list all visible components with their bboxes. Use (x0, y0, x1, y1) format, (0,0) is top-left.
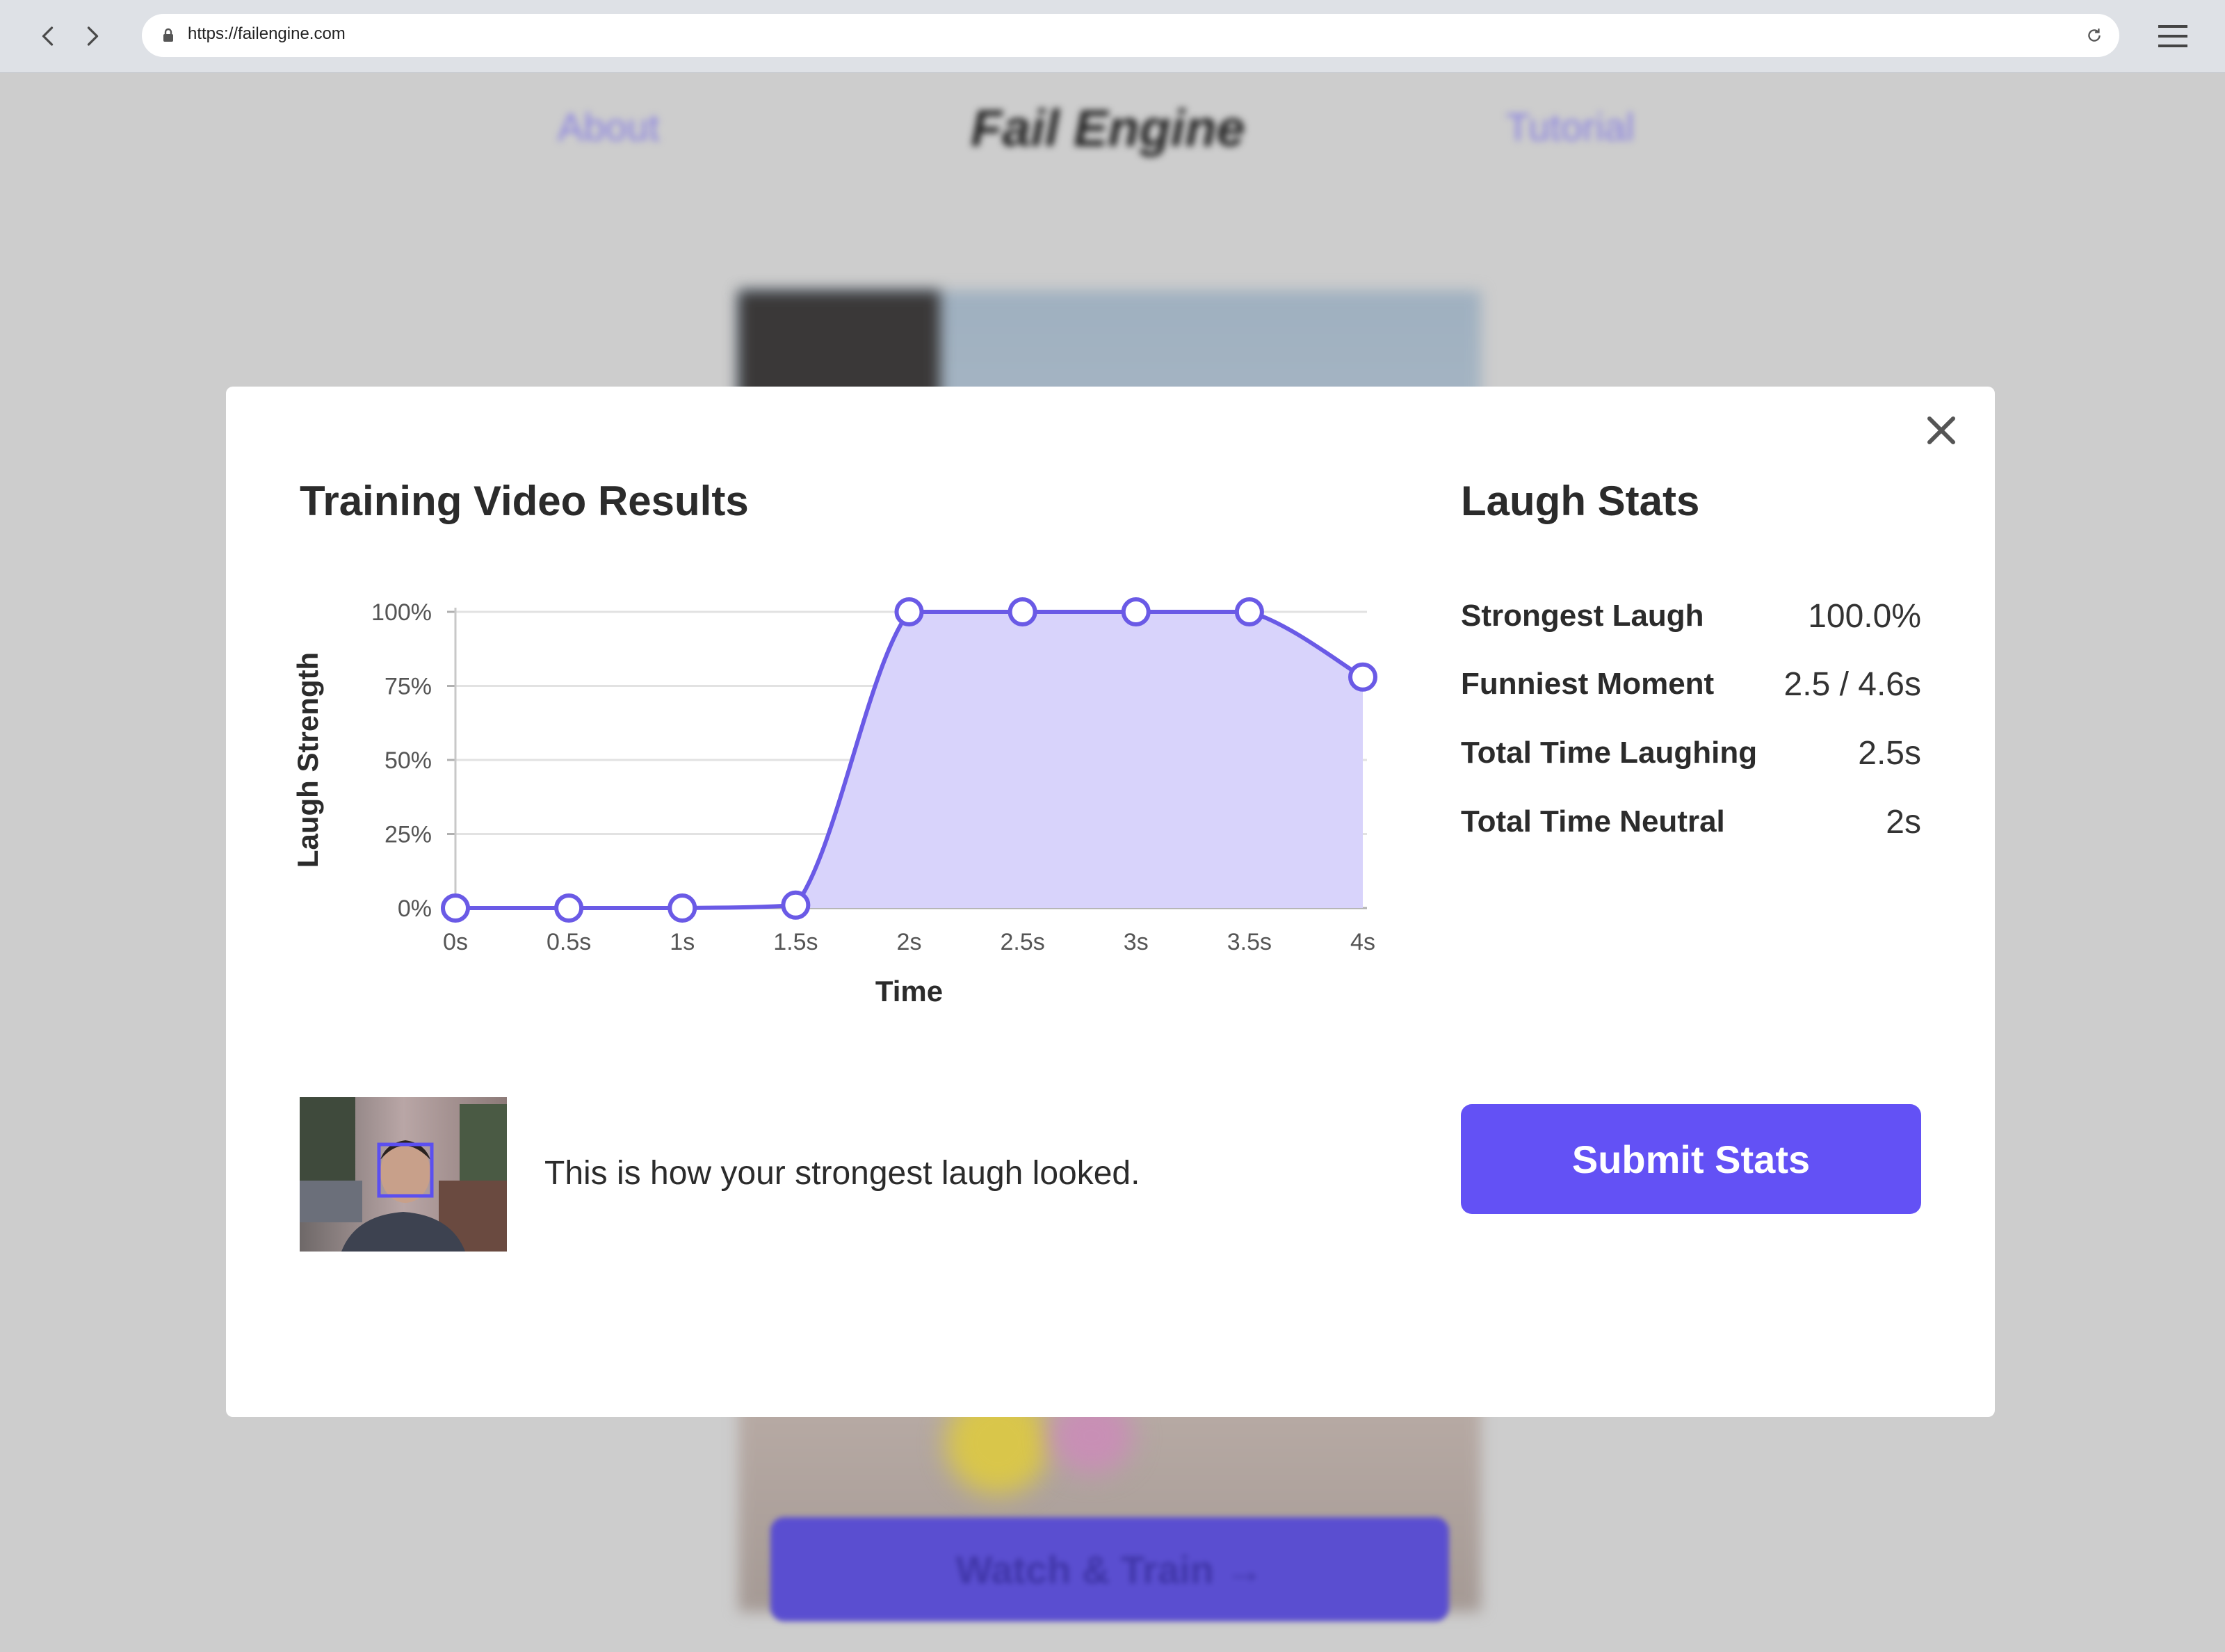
hamburger-menu-icon[interactable] (2155, 21, 2190, 51)
x-tick-label: 1.5s (773, 929, 818, 955)
y-tick-label: 25% (385, 822, 432, 848)
stat-label: Total Time Neutral (1461, 804, 1725, 839)
address-bar[interactable]: https://failengine.com (142, 14, 2119, 57)
stat-row-total-time-neutral: Total Time Neutral 2s (1461, 801, 1921, 843)
watch-and-train-button[interactable]: Watch & Train → (770, 1517, 1449, 1621)
reload-icon[interactable] (2085, 26, 2104, 45)
stats-title: Laugh Stats (1461, 478, 1700, 524)
stat-label: Funniest Moment (1461, 667, 1715, 701)
stat-row-funniest-moment: Funniest Moment 2.5 / 4.6s (1461, 663, 1921, 705)
stat-label: Strongest Laugh (1461, 599, 1704, 633)
x-tick-label: 0.5s (547, 929, 591, 955)
y-tick-label: 75% (385, 674, 432, 700)
data-point (441, 893, 470, 923)
y-axis-label: Laugh Strength (293, 652, 324, 868)
data-point (668, 893, 697, 923)
thumbnail-caption: This is how your strongest laugh looked. (544, 1155, 1140, 1192)
browser-toolbar: https://failengine.com (0, 0, 2225, 73)
laugh-thumbnail (300, 1097, 507, 1252)
stat-value: 100.0% (1808, 597, 1921, 635)
nav-tutorial-link[interactable]: Tutorial (1506, 104, 1635, 149)
y-tick-label: 100% (371, 599, 432, 626)
x-tick-label: 0s (443, 929, 468, 955)
y-tick-label: 50% (385, 747, 432, 774)
submit-stats-button[interactable]: Submit Stats (1461, 1104, 1921, 1214)
x-tick-label: 2.5s (1000, 929, 1044, 955)
stat-value: 2.5 / 4.6s (1783, 665, 1921, 703)
thumbnail-image (300, 1097, 507, 1252)
chevron-left-icon (42, 26, 54, 46)
back-button[interactable] (31, 18, 67, 54)
x-tick-label: 3s (1124, 929, 1149, 955)
x-tick-label: 2s (897, 929, 922, 955)
stat-label: Total Time Laughing (1461, 736, 1758, 770)
y-tick-label: 0% (398, 896, 432, 922)
data-point (781, 890, 811, 920)
forward-button[interactable] (74, 18, 110, 54)
x-tick-label: 1s (670, 929, 695, 955)
data-point (1121, 597, 1151, 626)
x-tick-label: 3.5s (1227, 929, 1272, 955)
chevron-right-icon (87, 26, 99, 46)
x-axis-label: Time (875, 975, 943, 1007)
modal-title: Training Video Results (300, 478, 749, 524)
nav-about-link[interactable]: About (558, 104, 659, 149)
close-button[interactable] (1920, 409, 1963, 452)
stat-row-total-time-laughing: Total Time Laughing 2.5s (1461, 732, 1921, 774)
lock-icon (163, 28, 173, 42)
data-point (1234, 597, 1264, 626)
laugh-strength-chart: 0% 25% 50% 75% 100% 0s 0.5s 1s 1.5s 2s 2.5s 3s 3.5s 4… (293, 597, 1377, 1007)
data-point (554, 893, 584, 923)
url-text: https://failengine.com (188, 24, 346, 43)
data-point (1008, 597, 1037, 626)
x-tick-label: 4s (1350, 929, 1375, 955)
stat-value: 2.5s (1858, 734, 1921, 772)
data-point (894, 597, 924, 626)
data-point (1348, 662, 1377, 692)
stat-value: 2s (1886, 803, 1921, 841)
results-modal: Training Video Results Laugh Stats 0% 25%… (226, 387, 1995, 1417)
close-icon (1927, 416, 1955, 444)
stat-row-strongest-laugh: Strongest Laugh 100.0% (1461, 595, 1921, 637)
site-logo: Fail Engine (971, 99, 1245, 157)
